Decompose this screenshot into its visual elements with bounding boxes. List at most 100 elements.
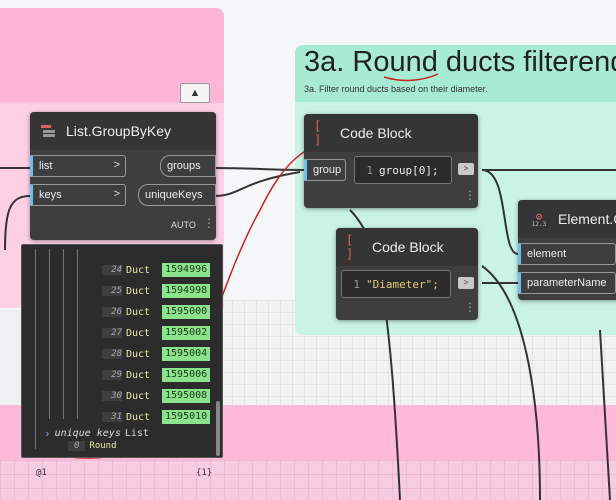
input-port-keys[interactable]: keys > — [30, 184, 126, 206]
input-port-group[interactable]: group — [304, 159, 346, 181]
item-name: Duct — [126, 411, 151, 423]
wire-keys-in — [4, 195, 31, 251]
codeblock-node-1[interactable]: [ ] Code Block group 1 group[0]; > ⋮ — [304, 114, 478, 208]
code-block-icon: [ ] — [314, 119, 322, 147]
item-index: 30 — [102, 391, 122, 401]
item-name: Duct — [126, 306, 151, 318]
port-label: groups — [167, 160, 201, 172]
port-label: uniqueKeys — [145, 189, 203, 201]
icon-caption: 12.3 — [531, 221, 547, 228]
node-preview-bubble[interactable]: 24 Duct 1594996 25 Duct 1594998 26 Duct 1595000 2… — [21, 244, 223, 458]
unique-keys-label: unique keys — [54, 428, 121, 439]
node-title: Element.G — [558, 211, 616, 227]
list-item: 25 Duct 1594998 — [102, 283, 211, 299]
item-name: Duct — [126, 327, 151, 339]
port-arrow-icon: > — [113, 188, 120, 200]
item-index: 24 — [102, 265, 122, 275]
port-label: parameterName — [527, 277, 607, 289]
more-options-icon[interactable]: ⋮ — [464, 300, 476, 314]
tree-line — [63, 249, 64, 419]
wire-right-down — [599, 329, 611, 500]
more-options-icon[interactable]: ⋮ — [464, 188, 476, 202]
groupbykey-node[interactable]: List.GroupByKey list > keys > groups uni… — [30, 112, 216, 240]
tree-line — [35, 249, 36, 449]
item-name: Duct — [126, 390, 151, 402]
list-item: 24 Duct 1594996 — [102, 262, 211, 278]
line-number: 1 — [366, 163, 373, 177]
tree-line — [49, 249, 50, 419]
code-text[interactable]: group[0]; — [379, 164, 439, 177]
preview-scrollbar[interactable] — [216, 401, 220, 456]
line-number: 1 — [353, 277, 360, 291]
node-header[interactable]: List.GroupByKey — [30, 112, 216, 150]
lacing-label[interactable]: AUTO — [171, 220, 196, 230]
wire-groups-out — [213, 167, 305, 171]
unique-key-item: 0 Round — [68, 441, 117, 451]
item-index: 26 — [102, 307, 122, 317]
item-index: 25 — [102, 286, 122, 296]
item-value: Round — [89, 441, 117, 451]
item-index: 27 — [102, 328, 122, 338]
item-name: Duct — [126, 285, 151, 297]
port-label: list — [39, 160, 53, 172]
item-value: 1595000 — [162, 305, 211, 319]
codeblock-node-2[interactable]: [ ] Code Block 1 "Diameter"; > ⋮ — [336, 228, 478, 320]
item-index: 29 — [102, 370, 122, 380]
node-title: List.GroupByKey — [66, 123, 172, 139]
code-text[interactable]: "Diameter"; — [366, 278, 439, 291]
port-arrow-icon: > — [113, 159, 120, 171]
code-block-icon: [ ] — [346, 233, 354, 261]
output-port[interactable]: > — [458, 163, 474, 175]
output-arrow-icon: > — [463, 278, 469, 287]
output-arrow-icon: > — [463, 164, 469, 173]
more-options-icon[interactable]: ⋮ — [203, 216, 215, 230]
unique-keys-type: List — [124, 428, 149, 439]
node-header[interactable]: ⚙ 12.3 Element.G — [518, 200, 616, 238]
code-editor[interactable]: 1 "Diameter"; — [341, 270, 451, 298]
output-port-uniquekeys[interactable]: uniqueKeys — [138, 184, 216, 206]
preview-footer-count: {1} — [196, 468, 213, 478]
node-title: Code Block — [340, 125, 412, 141]
list-item: 29 Duct 1595006 — [102, 367, 211, 383]
port-label: element — [527, 248, 567, 260]
port-label: keys — [39, 189, 62, 201]
wire-uniquekeys-out — [213, 171, 301, 197]
item-value: 1595006 — [162, 368, 211, 382]
wire-cb1-element — [481, 169, 519, 255]
item-value: 1595008 — [162, 389, 211, 403]
input-port-parametername[interactable]: parameterName — [518, 272, 616, 294]
list-item: 31 Duct 1595010 — [102, 409, 211, 425]
node-header[interactable]: [ ] Code Block — [304, 114, 478, 152]
port-label: group — [313, 164, 342, 176]
item-name: Duct — [126, 264, 151, 276]
input-port-element[interactable]: element — [518, 243, 616, 265]
unique-keys-row[interactable]: › unique keys List — [44, 427, 149, 440]
node-header[interactable]: [ ] Code Block — [336, 228, 478, 266]
node-title: Code Block — [372, 239, 444, 255]
list-item: 30 Duct 1595008 — [102, 388, 211, 404]
item-name: Duct — [126, 369, 151, 381]
item-value: 1595010 — [162, 410, 211, 424]
item-name: Duct — [126, 348, 151, 360]
annotation-underline — [383, 73, 439, 82]
input-port-list[interactable]: list > — [30, 155, 126, 177]
item-value: 1594996 — [162, 263, 211, 277]
item-index: 31 — [102, 412, 122, 422]
chevron-right-icon[interactable]: › — [44, 427, 51, 440]
list-item: 27 Duct 1595002 — [102, 325, 211, 341]
output-port-groups[interactable]: groups — [160, 155, 216, 177]
tree-line — [77, 249, 78, 419]
wire-down — [481, 265, 541, 500]
list-item: 26 Duct 1595000 — [102, 304, 211, 320]
item-index: 0 — [68, 441, 86, 451]
item-value: 1595002 — [162, 326, 211, 340]
preview-footer-level: @1 — [36, 468, 47, 478]
code-editor[interactable]: 1 group[0]; — [354, 156, 452, 184]
parameter-icon: ⚙ 12.3 — [531, 210, 547, 228]
element-getparameter-node[interactable]: ⚙ 12.3 Element.G element parameterName — [518, 200, 616, 300]
list-icon — [40, 123, 58, 139]
output-port[interactable]: > — [458, 277, 474, 289]
item-value: 1595004 — [162, 347, 211, 361]
item-index: 28 — [102, 349, 122, 359]
item-value: 1594998 — [162, 284, 211, 298]
